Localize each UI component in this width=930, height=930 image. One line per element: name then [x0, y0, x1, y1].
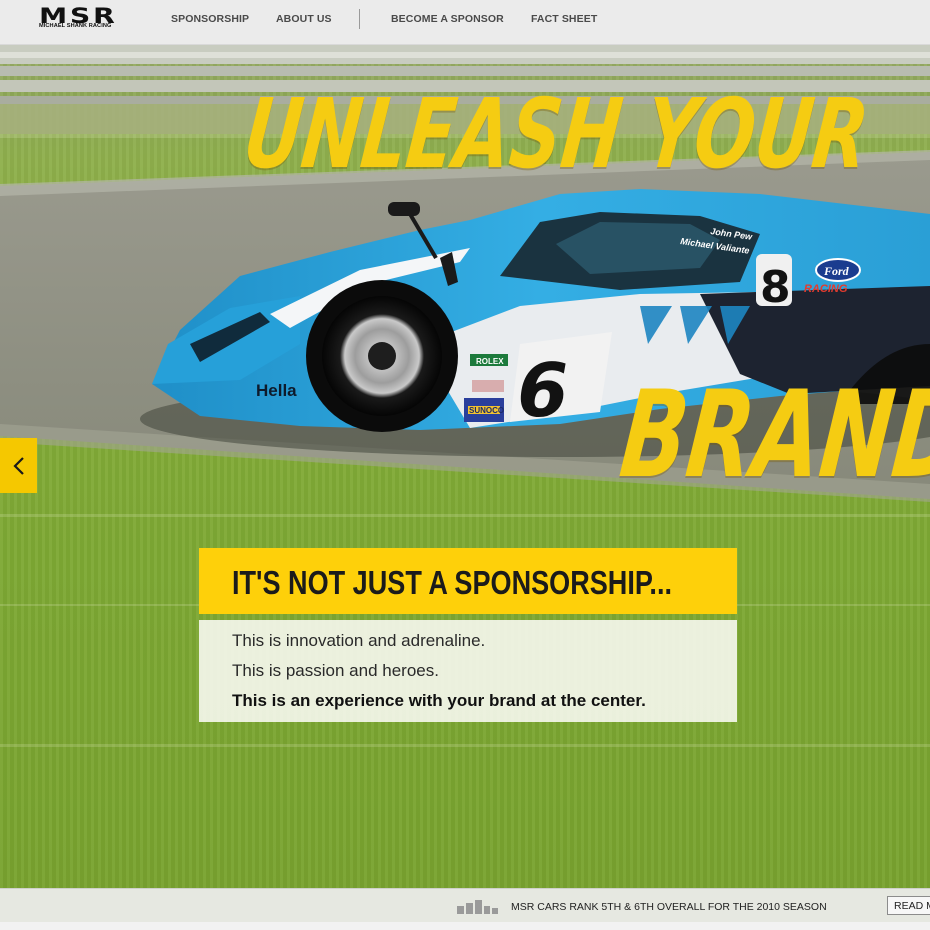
copy-line-3: This is an experience with your brand at… — [232, 691, 646, 710]
nav-sponsorship[interactable]: SPONSORSHIP — [171, 13, 249, 25]
headline-brand: BRAND — [614, 366, 930, 505]
nav-divider — [359, 9, 360, 29]
sunoco-decal: SUNOCO — [469, 406, 504, 415]
ticker-headline[interactable]: MSR CARS RANK 5TH & 6TH OVERALL FOR THE … — [511, 901, 827, 913]
copy-line-2: This is passion and heroes. — [232, 661, 439, 680]
hero-copy-box: This is innovation and adrenaline. This … — [199, 620, 737, 722]
rolex-decal: ROLEX — [476, 357, 504, 366]
car-sponsor-hella: Hella — [256, 381, 297, 400]
logo-subtitle: MICHAEL SHANK RACING — [39, 23, 112, 29]
carousel-prev-button[interactable] — [0, 438, 37, 493]
bar-chart-icon — [457, 900, 498, 914]
headline-unleash-your: UNLEASH YOUR — [238, 78, 874, 190]
copy-line-1: This is innovation and adrenaline. — [232, 631, 486, 650]
news-ticker: MSR CARS RANK 5TH & 6TH OVERALL FOR THE … — [0, 888, 930, 923]
tagline-banner: IT'S NOT JUST A SPONSORSHIP... — [199, 548, 737, 614]
nav-become-a-sponsor[interactable]: BECOME A SPONSOR — [391, 13, 504, 25]
hero-banner: 6 8 Hella Ford RACING John Pew Michael V… — [0, 44, 930, 888]
nav-fact-sheet[interactable]: FACT SHEET — [531, 13, 597, 25]
nav-about-us[interactable]: ABOUT US — [276, 13, 332, 25]
tagline-heading: IT'S NOT JUST A SPONSORSHIP... — [232, 564, 672, 601]
car-roof-number: 8 — [760, 262, 791, 313]
ford-racing-text: RACING — [804, 283, 848, 295]
footer-strip — [0, 922, 930, 930]
chevron-left-icon — [12, 456, 24, 475]
ford-badge: Ford — [823, 264, 850, 278]
msr-logo[interactable]: MSR MICHAEL SHANK RACING — [39, 4, 123, 32]
top-navigation-bar: MSR MICHAEL SHANK RACING SPONSORSHIP ABO… — [0, 0, 930, 45]
read-more-button[interactable]: READ MORE — [887, 896, 930, 915]
